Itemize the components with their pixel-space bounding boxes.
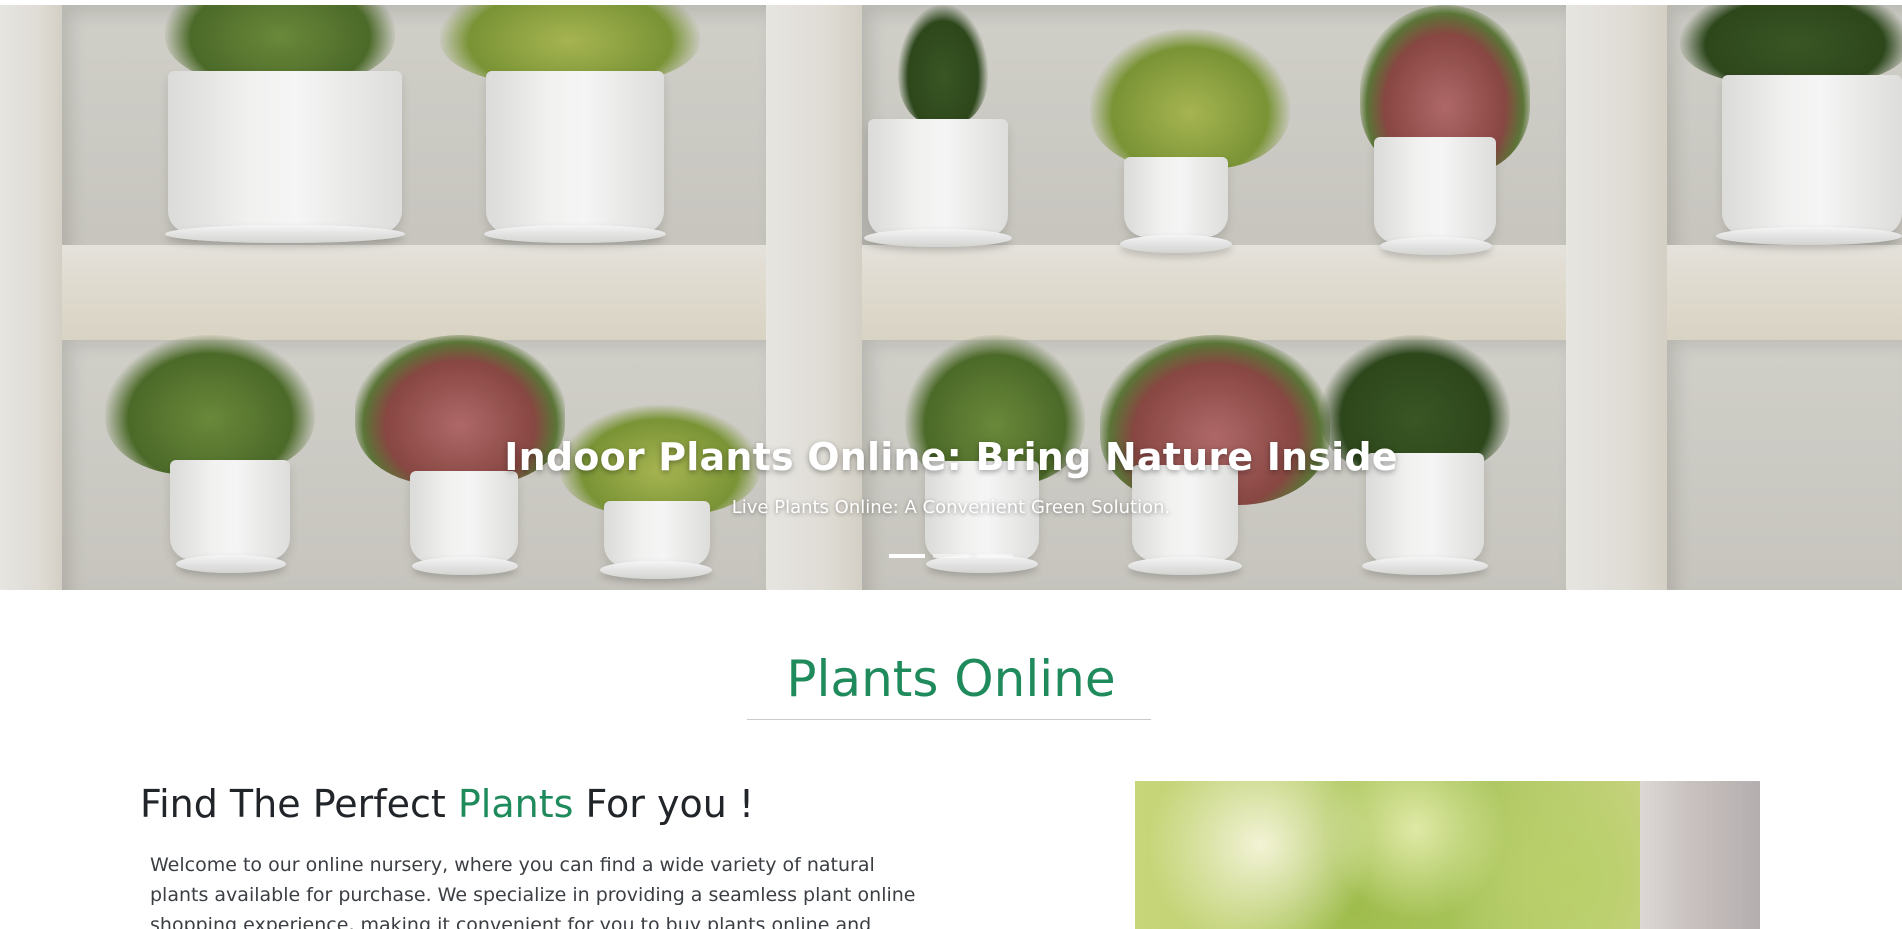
feature-heading: Find The Perfect Plants For you ! xyxy=(140,782,754,826)
hero-subtitle: Live Plants Online: A Convenient Green S… xyxy=(731,497,1171,518)
carousel-indicator-1[interactable] xyxy=(889,554,925,558)
section-divider xyxy=(747,719,1151,720)
feature-heading-accent: Plants xyxy=(457,782,574,826)
feature-plant-image xyxy=(1135,781,1760,929)
feature-description: Welcome to our online nursery, where you… xyxy=(150,854,916,929)
section-title: Plants Online xyxy=(786,650,1116,708)
hero-carousel[interactable]: Indoor Plants Online: Bring Nature Insid… xyxy=(0,5,1902,590)
feature-heading-part2: For you ! xyxy=(573,782,755,826)
hero-title: Indoor Plants Online: Bring Nature Insid… xyxy=(504,435,1398,479)
feature-heading-part1: Find The Perfect xyxy=(140,782,458,826)
carousel-indicators xyxy=(0,554,1902,558)
carousel-indicator-3[interactable] xyxy=(977,554,1013,558)
carousel-indicator-2[interactable] xyxy=(933,554,969,558)
